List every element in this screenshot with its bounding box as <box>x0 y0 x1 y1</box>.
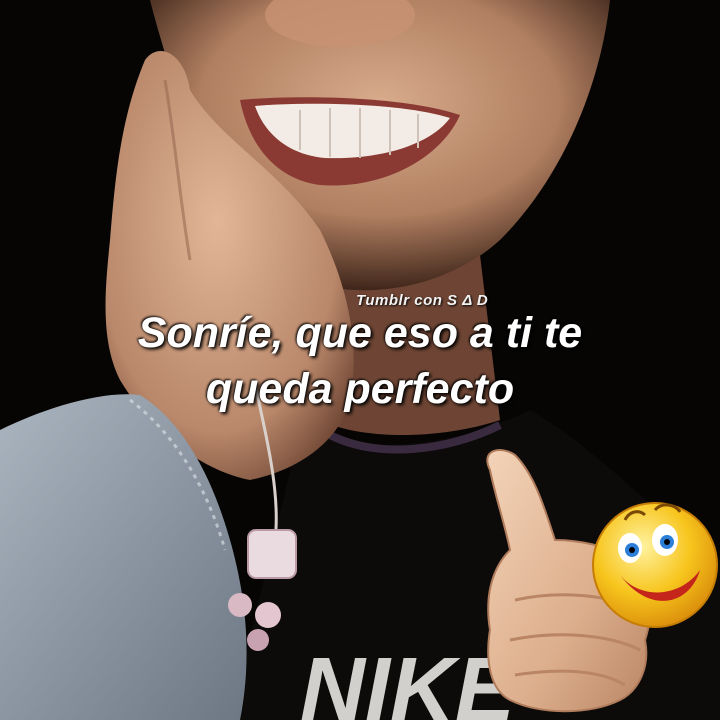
caption-text: Sonríe, que eso a ti te queda perfecto <box>60 305 660 417</box>
caption-line-2: queda perfecto <box>205 365 515 413</box>
shirt-print: NIKE <box>300 640 518 720</box>
bracelet-bag-charm <box>247 529 297 579</box>
caption-line-1: Sonríe, que eso a ti te <box>137 309 583 357</box>
laughing-emoji-icon <box>592 502 718 628</box>
photo-meme: NIKE Tumblr con S Δ D Sonríe, que eso a … <box>0 0 720 720</box>
